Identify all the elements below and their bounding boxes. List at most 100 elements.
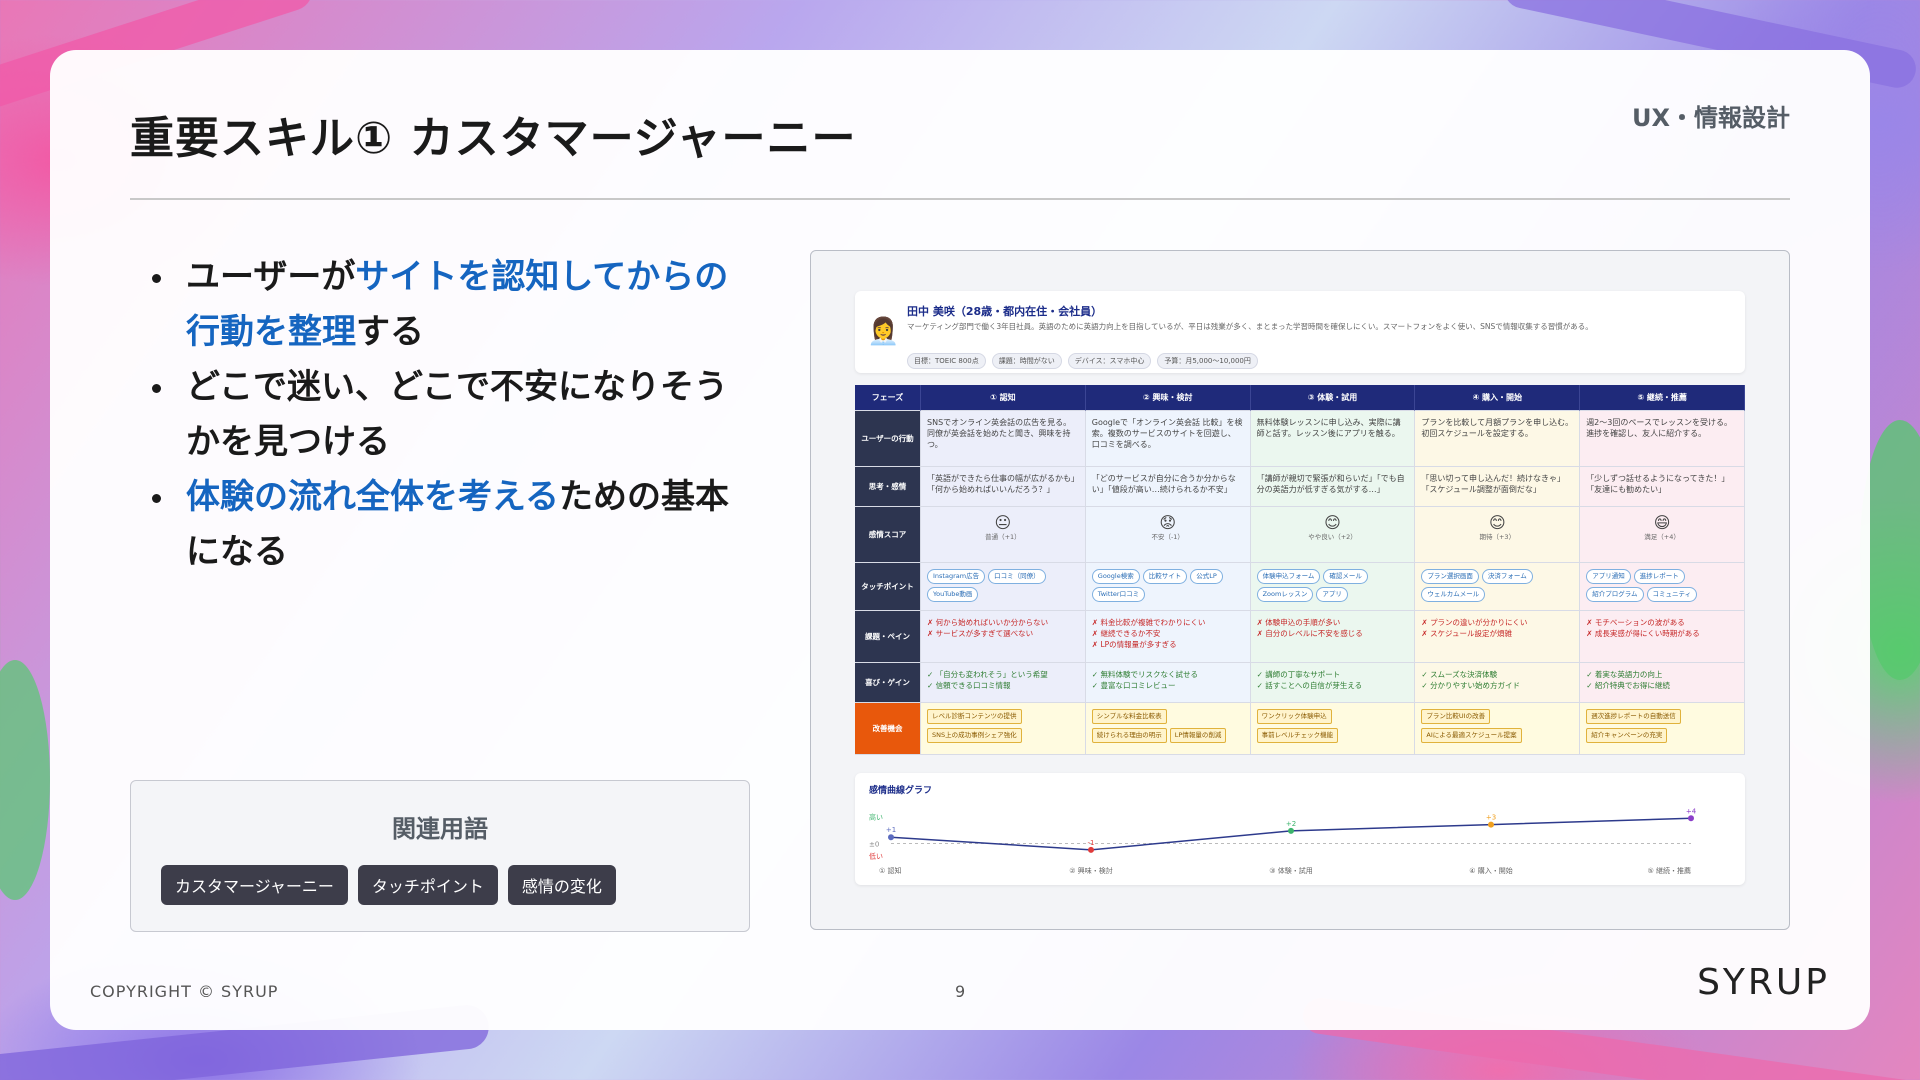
bullet-text: ユーザーが (186, 257, 356, 297)
touchpoint-tag: 確認メール (1323, 569, 1368, 584)
x-axis-label: ② 興味・検討 (1069, 866, 1113, 875)
emotion-point-label: -1 (1088, 839, 1095, 847)
pain-cell: ✗ プランの違いが分かりにくい ✗ スケジュール設定が煩雑 (1415, 611, 1581, 663)
slide: 重要スキル① カスタマージャーニー UX・情報設計 ユーザーがサイトを認知してか… (50, 50, 1870, 1030)
cross-icon: ✗ (1586, 618, 1595, 627)
gain-cell: ✓ 無料体験でリスクなく試せる ✓ 豊富な口コミレビュー (1085, 663, 1251, 703)
improvement-cell: シンプルな料金比較表続けられる理由の明示 LP情報量の削減 (1085, 703, 1251, 755)
emotion-face-icon: 😊 (1488, 513, 1506, 532)
touchpoint-tag: 体験申込フォーム (1256, 569, 1321, 584)
emotion-cell: 😟 不安（-1） (1085, 507, 1251, 563)
gain-item: ✓ 「自分も変われそう」という希望 (927, 669, 1079, 680)
pain-text: モチベーションの波がある (1594, 618, 1685, 627)
action-cell: プランを比較して月額プランを申し込む。初回スケジュールを設定する。 (1415, 411, 1581, 467)
gain-cell: ✓ 「自分も変われそう」という希望 ✓ 信頼できる口コミ情報 (921, 663, 1086, 703)
pain-cell: ✗ 体験申込の手順が多い ✗ 自分のレベルに不安を感じる (1250, 611, 1416, 663)
category-label: UX・情報設計 (1632, 104, 1790, 132)
emotion-label: 満足（+4） (1644, 533, 1680, 541)
improvement-cell: プラン比較UIの改善 AIによる最適スケジュール提案 (1415, 703, 1581, 755)
gain-item: ✓ スムーズな決済体験 (1421, 669, 1573, 680)
pain-item: ✗ 継続できるか不安 (1092, 628, 1244, 639)
copyright: COPYRIGHT © SYRUP (90, 982, 279, 1001)
related-term-chip[interactable]: タッチポイント (357, 865, 498, 905)
title-divider (130, 198, 1790, 200)
check-icon: ✓ (1421, 670, 1431, 679)
paint-stroke (0, 660, 50, 900)
touchpoint-cell: プラン選択画面 決済フォームウェルカムメール (1415, 563, 1581, 611)
related-term-chip[interactable]: カスタマージャーニー (161, 865, 348, 905)
gain-text: 「自分も変われそう」という希望 (935, 670, 1048, 679)
cross-icon: ✗ (1256, 618, 1266, 627)
gain-item: ✓ 講師の丁寧なサポート (1257, 669, 1409, 680)
row-label: 喜び・ゲイン (855, 663, 921, 703)
check-icon: ✓ (1256, 681, 1266, 690)
touchpoint-tag: Google検索 (1091, 569, 1140, 584)
check-icon: ✓ (927, 681, 936, 690)
action-cell: SNSでオンライン英会話の広告を見る。同僚が英会話を始めたと聞き、興味を持つ。 (921, 411, 1086, 467)
emotion-cell: 😐 普通（+1） (921, 507, 1086, 563)
check-icon: ✓ (1256, 670, 1266, 679)
pain-cell: ✗ 何から始めればいいか分からない ✗ サービスが多すぎて選べない (921, 611, 1086, 663)
phase-header: ③ 体験・試用 (1250, 385, 1416, 411)
gain-item: ✓ 紹介特典でお得に継続 (1586, 680, 1738, 691)
slide-title: 重要スキル① カスタマージャーニー (130, 113, 857, 164)
pain-text: プランの違いが分かりにくい (1430, 618, 1528, 627)
pain-item: ✗ モチベーションの波がある (1586, 617, 1738, 628)
gain-text: 話すことへの自信が芽生える (1265, 681, 1363, 690)
emotion-label: 期待（+3） (1479, 533, 1516, 541)
pain-item: ✗ 何から始めればいいか分からない (927, 617, 1079, 628)
cross-icon: ✗ (1421, 629, 1431, 638)
improvement-tag: LP情報量の削減 (1169, 728, 1227, 743)
emotion-point (1288, 827, 1294, 834)
action-cell: 週2〜3回のペースでレッスンを受ける。進捗を確認し、友人に紹介する。 (1580, 411, 1745, 467)
pain-item: ✗ サービスが多すぎて選べない (927, 628, 1079, 639)
cross-icon: ✗ (1256, 629, 1266, 638)
syrup-logo: SYRUP (1697, 962, 1830, 1003)
touchpoint-tag: 決済フォーム (1481, 569, 1533, 584)
improvement-tag: 事前レベルチェック機能 (1256, 728, 1339, 743)
pain-cell: ✗ 料金比較が複雑でわかりにくい ✗ 継続できるか不安 ✗ LPの情報量が多すぎる (1085, 611, 1251, 663)
persona-tags: 目標：TOEIC 800点 課題：時間がない デバイス：スマホ中心 予算：月5,000… (907, 353, 1258, 369)
pain-item: ✗ 料金比較が複雑でわかりにくい (1092, 617, 1244, 628)
gain-cell: ✓ 講師の丁寧なサポート ✓ 話すことへの自信が芽生える (1250, 663, 1416, 703)
pain-text: LPの情報量が多すぎる (1100, 640, 1177, 649)
phase-header: ② 興味・検討 (1085, 385, 1251, 411)
touchpoint-tag: YouTube動画 (927, 587, 979, 602)
check-icon: ✓ (1586, 670, 1595, 679)
thought-cell: 「英語ができたら仕事の幅が広がるかも」「何から始めればいいんだろう？」 (921, 467, 1086, 507)
touchpoint-tag: 進捗レポート (1633, 569, 1685, 584)
touchpoint-tag: 公式LP (1190, 569, 1223, 584)
emotion-point-label: +4 (1686, 807, 1697, 815)
gain-text: 信頼できる口コミ情報 (935, 681, 1011, 690)
persona-tag: 課題：時間がない (991, 353, 1062, 369)
emotion-face-icon: 😐 (994, 513, 1012, 532)
touchpoint-cell: Google検索 比較サイト 公式LP Twitter口コミ (1085, 563, 1251, 611)
emotion-point (888, 834, 894, 841)
related-term-chip[interactable]: 感情の変化 (507, 865, 616, 905)
gain-text: 紹介特典でお得に継続 (1594, 681, 1670, 690)
improvement-tag: 週次進捗レポートの自動送信 (1586, 709, 1681, 724)
gain-text: 無料体験でリスクなく試せる (1100, 670, 1198, 679)
persona-description: マーケティング部門で働く3年目社員。英語のために英語力向上を目指しているが、平日… (907, 322, 1593, 331)
cross-icon: ✗ (927, 629, 936, 638)
cross-icon: ✗ (927, 618, 936, 627)
related-terms-title: 関連用語 (392, 815, 488, 843)
cross-icon: ✗ (1421, 618, 1431, 627)
emotion-cell: 😄 満足（+4） (1580, 507, 1745, 563)
bullet-text: する (356, 312, 424, 352)
touchpoint-tag: 口コミ（同僚） (988, 569, 1046, 584)
touchpoint-tag: アプリ (1316, 587, 1348, 602)
touchpoint-cell: アプリ通知 進捗レポート紹介プログラム コミュニティ (1580, 563, 1745, 611)
bullet-item: 体験の流れ全体を考えるための基本になる (146, 470, 746, 580)
gain-cell: ✓ スムーズな決済体験 ✓ 分かりやすい始め方ガイド (1415, 663, 1581, 703)
touchpoint-tag: ウェルカムメール (1421, 587, 1486, 602)
bullet-item: ユーザーがサイトを認知してからの行動を整理する (146, 250, 746, 360)
x-axis-label: ③ 体験・試用 (1269, 866, 1313, 875)
touchpoint-tag: 紹介プログラム (1586, 587, 1644, 602)
phase-header: ① 認知 (921, 385, 1086, 411)
check-icon: ✓ (1586, 681, 1595, 690)
improvement-cell: ワンクリック体験申込事前レベルチェック機能 (1250, 703, 1416, 755)
emotion-label: やや良い（+2） (1308, 533, 1357, 541)
row-label: ユーザーの行動 (855, 411, 921, 467)
touchpoint-tag: Zoomレッスン (1256, 587, 1314, 602)
